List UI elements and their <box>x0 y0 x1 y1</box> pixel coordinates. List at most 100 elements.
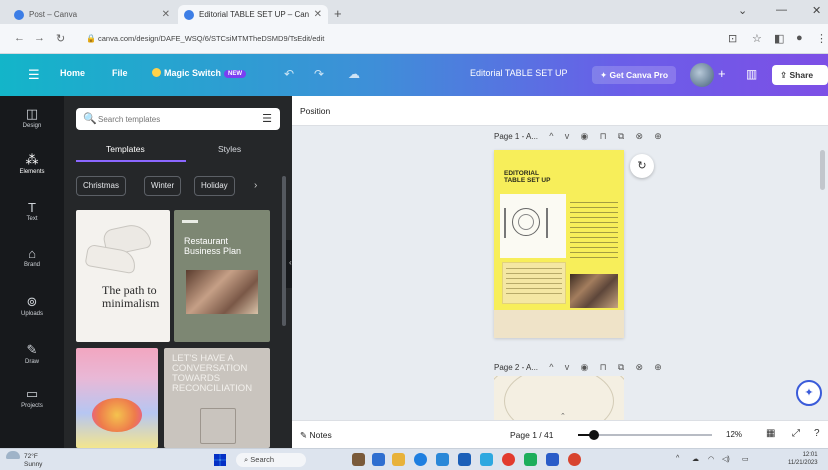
lock-icon[interactable]: ⊓ <box>600 362 607 372</box>
show-pages-chevron-icon[interactable]: ⌃ <box>560 412 566 420</box>
minimize-icon[interactable]: — <box>776 4 787 16</box>
edge-browser-icon[interactable] <box>414 453 427 466</box>
taskbar-app-icon[interactable] <box>352 453 365 466</box>
browser-tab-editorial[interactable]: Editorial TABLE SET UP – Canva ✕ <box>178 5 328 24</box>
wifi-icon[interactable]: ◠ <box>708 455 714 463</box>
app-icon-red[interactable] <box>568 453 581 466</box>
install-app-icon[interactable]: ⊡ <box>728 32 737 45</box>
taskbar-search[interactable]: ⌕ Search <box>236 453 306 467</box>
taskbar-clock[interactable]: 12:01 11/21/2023 <box>788 451 818 467</box>
app-icon-blue[interactable] <box>546 453 559 466</box>
zoom-level[interactable]: 12% <box>726 430 742 439</box>
analytics-icon[interactable]: ▥ <box>746 67 757 81</box>
add-page-icon[interactable]: ⊕ <box>654 131 662 141</box>
task-view-icon[interactable] <box>372 453 385 466</box>
chevron-down-icon[interactable]: v <box>565 362 570 372</box>
template-thumbnail[interactable] <box>76 348 158 448</box>
url-field[interactable]: 🔒 canva.com/design/DAFE_WSQ/6/STCsiMTMTh… <box>86 31 710 47</box>
rail-item-text[interactable]: T Text <box>0 200 64 222</box>
store-icon[interactable] <box>436 453 449 466</box>
rail-item-draw[interactable]: ✎ Draw <box>0 342 64 365</box>
hamburger-icon[interactable]: ☰ <box>28 67 40 83</box>
chevron-down-icon[interactable]: v <box>565 131 570 141</box>
chrome-icon[interactable] <box>502 453 515 466</box>
rail-item-uploads[interactable]: ⊚ Uploads <box>0 294 64 317</box>
cloud-app-icon[interactable] <box>480 453 493 466</box>
chevron-up-icon[interactable]: ^ <box>549 362 553 372</box>
tray-cloud-icon[interactable]: ☁ <box>692 455 699 463</box>
bookmark-star-icon[interactable]: ☆ <box>752 32 762 45</box>
editor-vertical-scrollbar[interactable] <box>820 150 825 190</box>
app-icon-green[interactable] <box>524 453 537 466</box>
tab-styles[interactable]: Styles <box>218 144 241 154</box>
file-explorer-icon[interactable] <box>392 453 405 466</box>
zoom-slider-knob[interactable] <box>589 430 599 440</box>
browser-tab-post[interactable]: Post – Canva ✕ <box>8 5 176 24</box>
rail-item-design[interactable]: ◫ Design <box>0 106 64 129</box>
lock-icon[interactable]: ⊓ <box>600 131 607 141</box>
filter-icon[interactable]: ☰ <box>262 112 272 125</box>
undo-icon[interactable]: ↶ <box>284 67 294 81</box>
weather-widget[interactable]: 72°F Sunny <box>6 451 42 469</box>
page-2-title[interactable]: Page 2 - A... <box>494 363 538 372</box>
eye-icon[interactable]: ◉ <box>580 362 588 372</box>
sidebar-toggle-icon[interactable]: ◧ <box>774 32 784 45</box>
close-tab-icon[interactable]: ✕ <box>314 9 322 20</box>
home-button[interactable]: Home <box>60 68 85 78</box>
battery-icon[interactable]: ▭ <box>742 455 749 463</box>
get-canva-pro-button[interactable]: ✦ Get Canva Pro <box>592 66 677 84</box>
design-page-2[interactable] <box>494 376 624 420</box>
volume-icon[interactable]: ◁) <box>722 455 730 463</box>
chevron-up-icon[interactable]: ^ <box>549 131 553 141</box>
refresh-icon[interactable]: ↻ <box>630 154 654 178</box>
template-thumbnail[interactable]: The path to minimalism <box>76 210 170 342</box>
back-icon[interactable]: ← <box>14 32 25 44</box>
chip-holiday[interactable]: Holiday <box>194 176 235 196</box>
chevron-right-icon[interactable]: › <box>254 180 257 191</box>
search-input[interactable] <box>98 111 248 127</box>
add-collaborator-icon[interactable]: + <box>718 66 726 81</box>
design-page-1[interactable]: EDITORIAL TABLE SET UP <box>494 150 624 338</box>
design-title[interactable]: Editorial TABLE SET UP <box>470 68 568 78</box>
reload-icon[interactable]: ↻ <box>56 32 65 45</box>
forward-icon[interactable]: → <box>34 32 45 44</box>
rail-item-projects[interactable]: ▭ Projects <box>0 386 64 409</box>
add-page-icon[interactable]: ⊕ <box>654 362 662 372</box>
notes-button[interactable]: ✎ Notes <box>300 430 332 441</box>
duplicate-icon[interactable]: ⧉ <box>618 362 624 372</box>
chip-christmas[interactable]: Christmas <box>76 176 127 196</box>
chip-winter[interactable]: Winter <box>144 176 182 196</box>
rail-item-brand[interactable]: ⌂ Brand <box>0 246 64 268</box>
page-1-title[interactable]: Page 1 - A... <box>494 132 538 141</box>
magic-switch-button[interactable]: Magic Switch NEW <box>152 68 247 78</box>
windows-start-icon[interactable] <box>214 454 226 466</box>
window-menu-icon[interactable]: ⌄ <box>738 4 747 17</box>
avatar[interactable] <box>690 63 714 87</box>
help-icon[interactable]: ? <box>814 428 820 439</box>
file-menu-button[interactable]: File <box>112 68 128 78</box>
rail-item-elements[interactable]: ⁂ Elements <box>0 152 64 175</box>
magic-assistant-icon[interactable]: ✦ <box>796 380 822 406</box>
position-button[interactable]: Position <box>300 106 330 116</box>
share-button[interactable]: ⇪ Share <box>772 65 828 85</box>
tray-chevron-icon[interactable]: ^ <box>676 455 679 462</box>
page-indicator[interactable]: Page 1 / 41 <box>510 430 553 440</box>
delete-icon[interactable]: ⊗ <box>636 362 644 372</box>
new-tab-button[interactable]: + <box>334 6 342 21</box>
zoom-slider[interactable] <box>578 430 712 440</box>
template-search-box[interactable]: 🔍 ☰ <box>76 108 280 130</box>
template-thumbnail[interactable]: LET'S HAVE A CONVERSATION TOWARDS RECONC… <box>164 348 270 448</box>
grid-view-icon[interactable]: ▦ <box>766 428 775 439</box>
delete-icon[interactable]: ⊗ <box>636 131 644 141</box>
fullscreen-icon[interactable]: ⤢ <box>792 428 800 439</box>
mail-icon[interactable] <box>458 453 471 466</box>
template-thumbnail[interactable]: Restaurant Business Plan <box>174 210 270 342</box>
close-tab-icon[interactable]: ✕ <box>162 9 170 20</box>
cloud-save-icon[interactable]: ☁ <box>348 67 360 81</box>
browser-menu-icon[interactable]: ⋮ <box>816 32 827 45</box>
close-window-icon[interactable]: ✕ <box>812 4 821 17</box>
redo-icon[interactable]: ↷ <box>314 67 324 81</box>
tab-templates[interactable]: Templates <box>106 144 145 154</box>
eye-icon[interactable]: ◉ <box>580 131 588 141</box>
extensions-icon[interactable]: ● <box>796 32 803 44</box>
